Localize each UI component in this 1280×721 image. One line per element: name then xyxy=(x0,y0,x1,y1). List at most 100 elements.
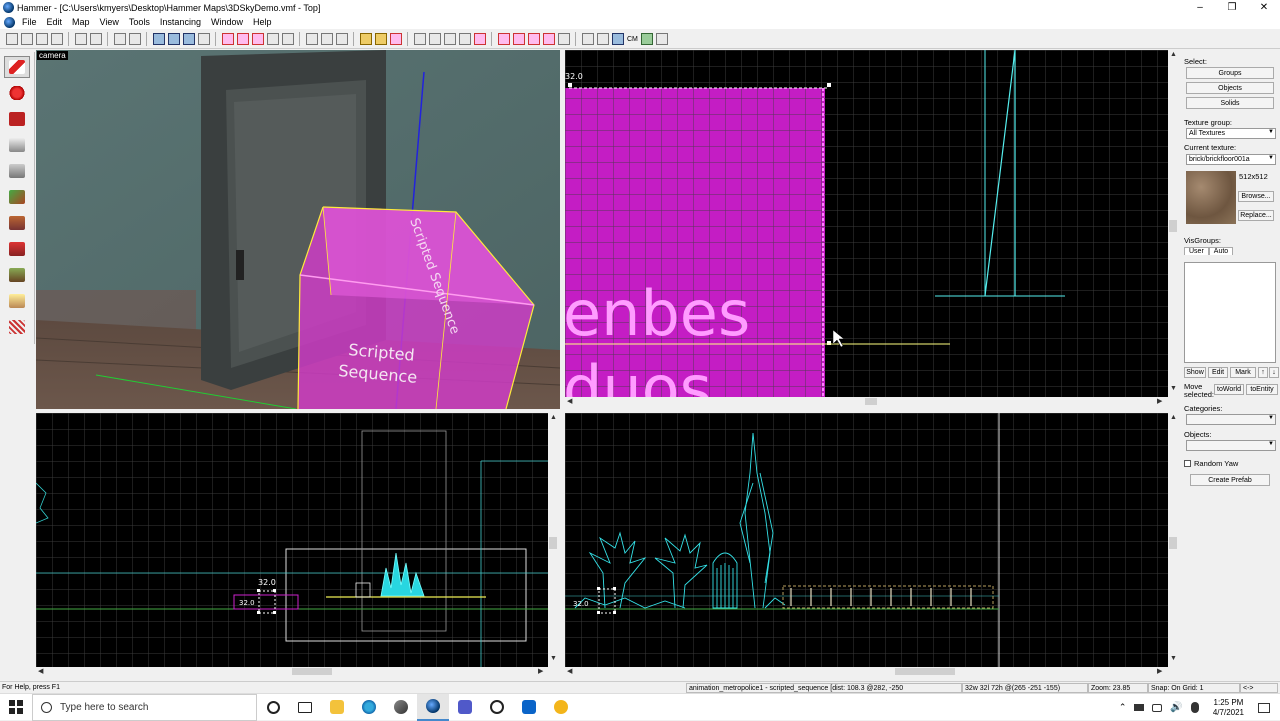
flip-vertical-icon[interactable] xyxy=(473,33,486,45)
transform-icon[interactable] xyxy=(611,33,624,45)
carve-icon[interactable] xyxy=(152,33,165,45)
document-icon[interactable] xyxy=(4,16,15,28)
objects-button[interactable]: Objects xyxy=(1186,82,1274,94)
notifications-icon[interactable] xyxy=(1258,702,1270,713)
side-hscroll[interactable]: ◀ ▶ xyxy=(565,667,1168,676)
teams-button[interactable] xyxy=(449,694,481,721)
front-vscroll[interactable]: ▲ ▼ xyxy=(548,413,558,667)
outlook-button[interactable] xyxy=(513,694,545,721)
texture-preview[interactable] xyxy=(1186,171,1236,224)
front-hscroll[interactable]: ◀ ▶ xyxy=(36,667,548,676)
notes-button[interactable] xyxy=(545,694,577,721)
visgroups-icon[interactable] xyxy=(641,33,654,45)
file-explorer-button[interactable] xyxy=(321,694,353,721)
group-icon[interactable] xyxy=(74,33,87,45)
top-vscroll[interactable]: ▲ ▼ xyxy=(1168,50,1178,397)
clock[interactable]: 1:25 PM 4/7/2021 xyxy=(1213,698,1244,718)
larger-grid-icon[interactable] xyxy=(35,33,48,45)
groups-button[interactable]: Groups xyxy=(1186,67,1274,79)
move-down-button[interactable]: ↓ xyxy=(1269,367,1279,378)
entity-report-icon[interactable] xyxy=(581,33,594,45)
app-button-1[interactable] xyxy=(385,694,417,721)
paste-icon[interactable] xyxy=(335,33,348,45)
radius-culling-icon[interactable] xyxy=(557,33,570,45)
menu-edit[interactable]: Edit xyxy=(42,17,68,27)
create-prefab-button[interactable]: Create Prefab xyxy=(1190,474,1270,486)
cut-icon[interactable] xyxy=(305,33,318,45)
block-tool[interactable] xyxy=(4,160,30,182)
align-top-icon[interactable] xyxy=(428,33,441,45)
random-yaw-checkbox[interactable] xyxy=(1184,460,1191,467)
texture-group-select[interactable]: All Textures ▼ xyxy=(1186,128,1276,139)
menu-help[interactable]: Help xyxy=(248,17,277,27)
magnify-tool[interactable] xyxy=(4,82,30,104)
maximize-button[interactable]: ❐ xyxy=(1216,0,1248,15)
close-button[interactable]: ✕ xyxy=(1248,0,1280,15)
clipping-tool[interactable] xyxy=(4,290,30,312)
smaller-grid-icon[interactable] xyxy=(20,33,33,45)
grid-toggle-icon[interactable] xyxy=(5,33,18,45)
hammer-taskbar-button[interactable] xyxy=(417,693,449,721)
texture-lock-icon[interactable] xyxy=(197,33,210,45)
minimize-button[interactable]: – xyxy=(1184,0,1216,15)
battery-icon[interactable] xyxy=(1134,704,1145,711)
show-button[interactable]: Show xyxy=(1184,367,1206,378)
taskbar-search[interactable]: Type here to search xyxy=(32,693,257,721)
menu-instancing[interactable]: Instancing xyxy=(155,17,206,27)
menu-tools[interactable]: Tools xyxy=(124,17,155,27)
mark-button[interactable]: Mark xyxy=(1230,367,1256,378)
tab-auto[interactable]: Auto xyxy=(1208,247,1234,255)
map-properties-icon[interactable] xyxy=(596,33,609,45)
random-yaw-row[interactable]: Random Yaw xyxy=(1184,459,1238,468)
cordon-icon[interactable] xyxy=(266,33,279,45)
selection-icon[interactable] xyxy=(281,33,294,45)
decal-tool[interactable] xyxy=(4,238,30,260)
objects-select[interactable]: ▼ xyxy=(1186,440,1276,451)
tie-to-entity-icon[interactable] xyxy=(167,33,180,45)
edit-button[interactable]: Edit xyxy=(1208,367,1228,378)
selection-tool[interactable] xyxy=(4,56,30,78)
categories-select[interactable]: ▼ xyxy=(1186,414,1276,425)
entity-tool[interactable] xyxy=(4,134,30,156)
display-connections-icon[interactable] xyxy=(542,33,555,45)
menu-window[interactable]: Window xyxy=(206,17,248,27)
volume-icon[interactable]: 🔊 xyxy=(1170,702,1182,713)
top-viewport[interactable]: enbes duos 32.0 xyxy=(565,50,1168,397)
align-left-icon[interactable] xyxy=(413,33,426,45)
quickhide-icon[interactable] xyxy=(656,33,669,45)
texture-tool[interactable] xyxy=(4,186,30,208)
display-models-icon[interactable] xyxy=(512,33,525,45)
display-helpers-icon[interactable] xyxy=(497,33,510,45)
hide-selected-icon[interactable] xyxy=(221,33,234,45)
network-icon[interactable] xyxy=(1152,703,1163,712)
to-world-button[interactable]: toWorld xyxy=(1214,384,1244,395)
run-map-icon[interactable] xyxy=(359,33,372,45)
edge-button[interactable] xyxy=(353,694,385,721)
vertex-tool[interactable] xyxy=(4,316,30,338)
side-vscroll[interactable]: ▲ ▼ xyxy=(1168,413,1178,667)
align-bottom-icon[interactable] xyxy=(443,33,456,45)
show-all-icon[interactable] xyxy=(251,33,264,45)
microphone-icon[interactable] xyxy=(1190,702,1199,713)
menu-view[interactable]: View xyxy=(95,17,124,27)
replace-button[interactable]: Replace... xyxy=(1238,210,1274,221)
ungroup-icon[interactable] xyxy=(89,33,102,45)
display-2d-models-icon[interactable] xyxy=(527,33,540,45)
start-button[interactable] xyxy=(0,694,32,721)
apply-texture-tool[interactable] xyxy=(4,212,30,234)
overlay-tool[interactable] xyxy=(4,264,30,286)
current-texture-select[interactable]: brick/brickfloor001a ▼ xyxy=(1186,154,1276,165)
cm-label[interactable]: CM xyxy=(627,36,638,43)
hide-unselected-icon[interactable] xyxy=(236,33,249,45)
top-hscroll[interactable]: ◀ ▶ xyxy=(565,397,1168,406)
visgroups-list[interactable] xyxy=(1184,262,1276,363)
compile-icon[interactable] xyxy=(374,33,387,45)
cortana-button[interactable] xyxy=(257,694,289,721)
copy-icon[interactable] xyxy=(320,33,333,45)
menu-map[interactable]: Map xyxy=(67,17,95,27)
browse-button[interactable]: Browse... xyxy=(1238,191,1274,202)
redo-icon[interactable] xyxy=(128,33,141,45)
tab-user[interactable]: User xyxy=(1184,247,1209,255)
check-problems-icon[interactable] xyxy=(389,33,402,45)
flip-horizontal-icon[interactable] xyxy=(458,33,471,45)
